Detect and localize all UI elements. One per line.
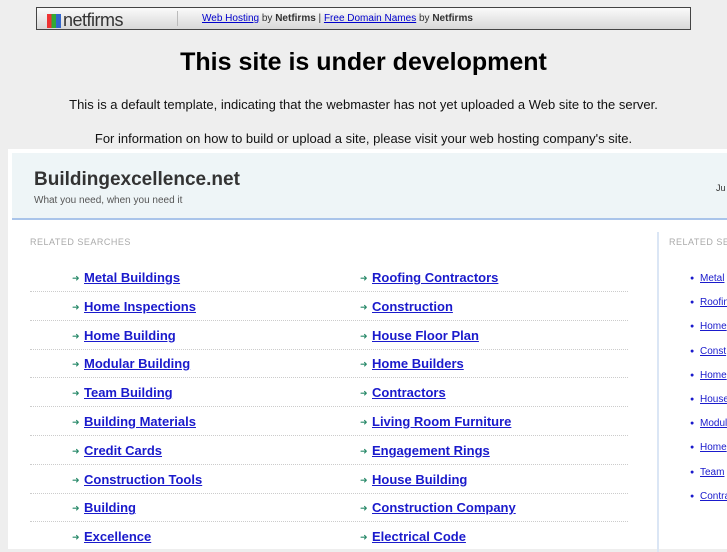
right-related-link[interactable]: Roofin xyxy=(700,297,727,308)
bullet-icon: ● xyxy=(690,323,695,331)
parked-page-frame: Buildingexcellence.net What you need, wh… xyxy=(8,149,727,552)
arrow-icon: ➜ xyxy=(360,417,368,427)
related-search-link[interactable]: Metal Buildings xyxy=(84,270,180,285)
related-search-link[interactable]: Construction xyxy=(372,299,453,314)
brand-text: Netfirms xyxy=(275,13,316,24)
row-divider xyxy=(30,291,628,292)
related-search-link[interactable]: House Floor Plan xyxy=(372,328,479,343)
right-related-link[interactable]: Home xyxy=(700,442,727,453)
right-related-link[interactable]: House xyxy=(700,394,727,405)
right-related-link[interactable]: Home xyxy=(700,370,727,381)
info-text-2: For information on how to build or uploa… xyxy=(94,131,633,146)
arrow-icon: ➜ xyxy=(360,474,368,485)
row-divider xyxy=(30,521,628,523)
related-search-link[interactable]: Contractors xyxy=(372,385,446,400)
arrow-icon: ➜ xyxy=(72,503,80,514)
right-related-link[interactable]: Modul xyxy=(700,418,727,429)
arrow-icon: ➜ xyxy=(360,532,368,543)
bullet-icon: ● xyxy=(690,444,695,452)
site-header: Buildingexcellence.net What you need, wh… xyxy=(12,153,727,220)
row-divider xyxy=(30,348,628,350)
related-search-link[interactable]: Excellence xyxy=(84,529,151,544)
arrow-icon: ➜ xyxy=(360,273,368,283)
arrow-icon: ➜ xyxy=(72,273,80,283)
header-right-text: Ju xyxy=(716,183,726,193)
netfirms-bar: netfirms Web Hosting by Netfirms | Free … xyxy=(36,7,691,30)
bar-links: Web Hosting by Netfirms | Free Domain Na… xyxy=(202,13,473,24)
site-tagline: What you need, when you need it xyxy=(34,195,183,206)
row-divider xyxy=(30,463,628,465)
bullet-icon: ● xyxy=(690,299,695,307)
arrow-icon: ➜ xyxy=(72,417,80,427)
bullet-icon: ● xyxy=(690,468,695,476)
bullet-icon: ● xyxy=(690,420,695,428)
right-related-link[interactable]: Contra xyxy=(700,491,727,502)
related-search-link[interactable]: Living Room Furniture xyxy=(372,414,511,429)
info-text-1: This is a default template, indicating t… xyxy=(69,97,658,112)
related-search-link[interactable]: Roofing Contractors xyxy=(372,270,498,285)
right-related-label: RELATED SEA xyxy=(669,237,727,247)
row-divider xyxy=(30,377,628,379)
right-related-link[interactable]: Team xyxy=(700,467,724,478)
bullet-icon: ● xyxy=(690,347,695,355)
arrow-icon: ➜ xyxy=(360,388,368,399)
pipe: | xyxy=(315,13,324,24)
bullet-icon: ● xyxy=(690,396,695,403)
related-search-link[interactable]: House Building xyxy=(372,472,467,487)
related-search-link[interactable]: Building xyxy=(84,500,136,515)
arrow-icon: ➜ xyxy=(72,359,80,370)
logo-text: netfirms xyxy=(63,10,124,30)
arrow-icon: ➜ xyxy=(360,503,368,514)
right-related-link[interactable]: Metal xyxy=(700,273,724,284)
free-domain-link[interactable]: Free Domain Names xyxy=(324,13,416,24)
right-column-border xyxy=(657,232,659,552)
related-search-link[interactable]: Team Building xyxy=(84,385,173,400)
related-search-link[interactable]: Construction Tools xyxy=(84,472,202,487)
by-text: by xyxy=(416,13,433,24)
by-text: by xyxy=(259,13,276,24)
web-hosting-link[interactable]: Web Hosting xyxy=(202,13,259,24)
related-searches-label: RELATED SEARCHES xyxy=(30,237,131,247)
arrow-icon: ➜ xyxy=(72,474,80,485)
related-search-link[interactable]: Home Inspections xyxy=(84,299,196,314)
related-search-link[interactable]: Credit Cards xyxy=(84,443,162,458)
brand-text: Netfirms xyxy=(432,13,473,24)
arrow-icon: ➜ xyxy=(72,301,80,312)
bullet-icon: ● xyxy=(690,492,695,500)
related-search-link[interactable]: Home Building xyxy=(84,328,176,343)
bullet-icon: ● xyxy=(690,275,695,282)
arrow-icon: ➜ xyxy=(72,445,80,456)
row-divider xyxy=(30,319,628,321)
related-search-link[interactable]: Engagement Rings xyxy=(372,443,490,458)
related-search-link[interactable]: Home Builders xyxy=(372,356,464,371)
arrow-icon: ➜ xyxy=(72,330,80,341)
bullet-icon: ● xyxy=(690,371,695,379)
divider xyxy=(177,11,178,26)
arrow-icon: ➜ xyxy=(360,330,368,341)
arrow-icon: ➜ xyxy=(360,359,368,370)
right-related-link[interactable]: Const xyxy=(700,346,726,357)
row-divider xyxy=(30,435,628,436)
arrow-icon: ➜ xyxy=(360,445,368,456)
netfirms-logo[interactable]: netfirms xyxy=(47,10,124,31)
related-search-link[interactable]: Construction Company xyxy=(372,500,516,515)
right-related-link[interactable]: Home xyxy=(700,321,727,332)
related-search-link[interactable]: Electrical Code xyxy=(372,529,466,544)
netfirms-logo-icon xyxy=(47,14,61,28)
row-divider xyxy=(30,406,628,408)
arrow-icon: ➜ xyxy=(360,301,368,312)
arrow-icon: ➜ xyxy=(72,388,80,399)
related-search-link[interactable]: Modular Building xyxy=(84,356,190,371)
site-name: Buildingexcellence.net xyxy=(34,169,240,190)
arrow-icon: ➜ xyxy=(72,532,80,543)
related-search-link[interactable]: Building Materials xyxy=(84,414,196,429)
page-title: This site is under development xyxy=(180,48,547,76)
row-divider xyxy=(30,492,628,494)
